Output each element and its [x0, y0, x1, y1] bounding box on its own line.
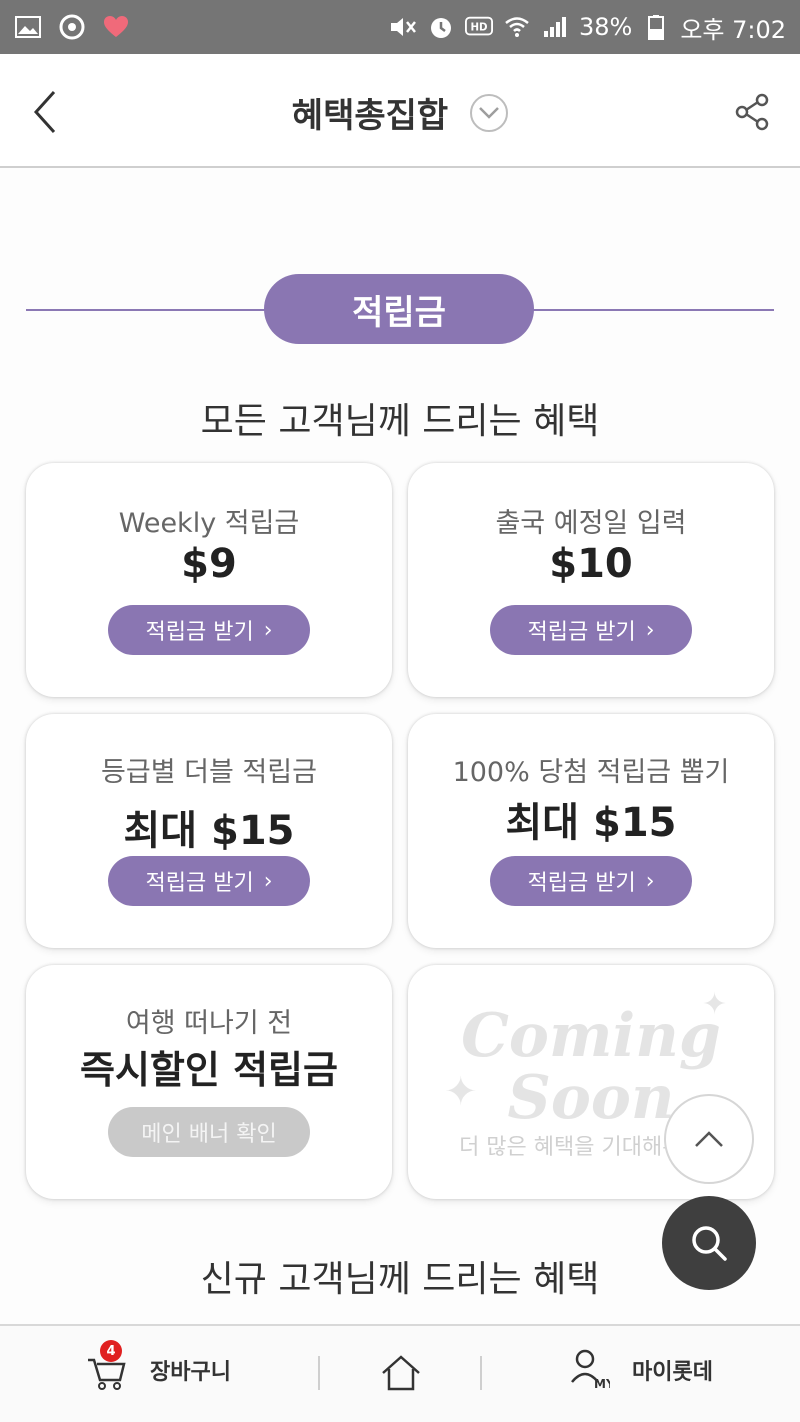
svg-text:HD: HD — [470, 22, 487, 34]
chevron-up-icon — [695, 1131, 723, 1147]
battery-percent: 38% — [578, 13, 633, 41]
button-label: 적립금 받기 — [145, 871, 254, 896]
all-customers-subtitle: 모든 고객님께 드리는 혜택 — [200, 401, 600, 442]
get-points-button[interactable]: 적립금 받기 › — [490, 856, 692, 906]
card-value: $9 — [181, 541, 237, 587]
benefit-card: 등급별 더블 적립금 최대 $15 적립금 받기 › — [26, 714, 392, 948]
chevron-right-icon: › — [645, 868, 655, 894]
card-label: 출국 예정일 입력 — [495, 508, 687, 539]
app-header: 혜택총집합 — [0, 54, 800, 168]
scroll-top-button[interactable] — [664, 1094, 754, 1184]
signal-icon — [541, 13, 569, 41]
battery-icon — [642, 13, 670, 41]
my-lotte-label: 마이롯데 — [632, 1360, 713, 1385]
get-points-button[interactable]: 적립금 받기 › — [490, 605, 692, 655]
card-value: 최대 $15 — [123, 808, 295, 854]
search-icon — [692, 1226, 727, 1261]
button-label: 적립금 받기 — [145, 620, 254, 645]
button-label: 적립금 받기 — [527, 871, 636, 896]
wifi-icon — [503, 13, 531, 41]
card-label: 100% 당첨 적립금 뽑기 — [452, 757, 730, 788]
mute-icon — [389, 13, 417, 41]
title-dropdown-button[interactable] — [470, 93, 509, 132]
nav-divider — [318, 1356, 320, 1390]
card-value: $10 — [549, 541, 633, 587]
svg-text:MY: MY — [594, 1377, 610, 1391]
benefit-card: 출국 예정일 입력 $10 적립금 받기 › — [408, 463, 774, 697]
chevron-right-icon: › — [263, 868, 273, 894]
button-label: 적립금 받기 — [527, 620, 636, 645]
sync-icon — [58, 13, 86, 41]
alarm-icon — [427, 13, 455, 41]
gallery-icon — [14, 13, 42, 41]
benefit-card: Weekly 적립금 $9 적립금 받기 › — [26, 463, 392, 697]
bottom-navigation: 4 장바구니 MY 마이롯데 — [0, 1324, 800, 1422]
benefit-card: 여행 떠나기 전 즉시할인 적립금 메인 배너 확인 — [26, 965, 392, 1199]
share-icon — [735, 93, 769, 131]
my-account-icon: MY — [571, 1349, 610, 1391]
home-icon — [382, 1355, 420, 1391]
chevron-right-icon: › — [645, 617, 655, 643]
cart-count-badge: 4 — [100, 1340, 122, 1362]
nav-my-lotte[interactable]: MY 마이롯데 — [570, 1348, 713, 1392]
card-label: Weekly 적립금 — [118, 508, 300, 539]
search-button[interactable] — [662, 1196, 756, 1290]
nav-cart[interactable]: 4 장바구니 — [86, 1340, 231, 1392]
status-time: 오후 7:02 — [680, 15, 786, 44]
card-label: 여행 떠나기 전 — [125, 1008, 293, 1039]
heart-icon — [102, 13, 130, 41]
page-title: 혜택총집합 — [291, 96, 449, 136]
get-points-button[interactable]: 적립금 받기 › — [108, 605, 310, 655]
button-label: 메인 배너 확인 — [141, 1122, 277, 1147]
section-title: 적립금 — [264, 274, 534, 344]
chevron-right-icon: › — [263, 617, 273, 643]
main-banner-button[interactable]: 메인 배너 확인 — [108, 1107, 310, 1157]
hd-icon: HD — [464, 13, 493, 41]
chevron-down-icon — [479, 106, 500, 119]
nav-divider — [480, 1356, 482, 1390]
card-value: 즉시할인 적립금 — [80, 1048, 338, 1092]
coming-line: Coming — [461, 1001, 721, 1071]
get-points-button[interactable]: 적립금 받기 › — [108, 856, 310, 906]
benefit-card: 100% 당첨 적립금 뽑기 최대 $15 적립금 받기 › — [408, 714, 774, 948]
nav-home[interactable] — [380, 1354, 422, 1392]
card-label: 등급별 더블 적립금 — [101, 757, 317, 788]
share-button[interactable] — [732, 92, 772, 132]
card-value: 최대 $15 — [505, 800, 677, 846]
status-bar: HD 38% 오후 7:02 — [0, 0, 800, 54]
cart-label: 장바구니 — [150, 1360, 231, 1385]
cart-icon-wrap: 4 — [86, 1340, 128, 1392]
